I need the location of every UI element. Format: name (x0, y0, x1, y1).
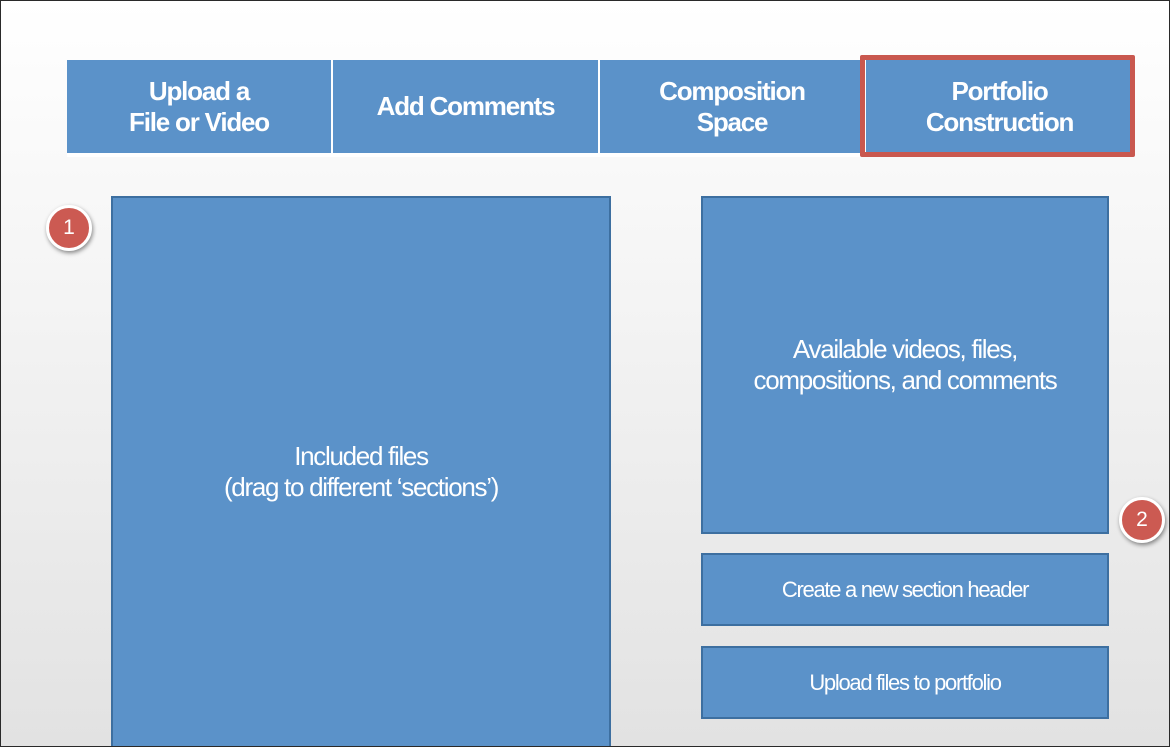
callout-badge-1: 1 (46, 205, 92, 251)
available-items-panel[interactable]: Available videos, files, compositions, a… (701, 196, 1109, 534)
portfolio-construction-mockup: Upload a File or Video Add Comments Comp… (0, 0, 1170, 747)
tab-upload-file-or-video[interactable]: Upload a File or Video (67, 60, 333, 153)
callout-badge-2: 2 (1119, 497, 1165, 543)
tab-portfolio-construction[interactable]: Portfolio Construction (866, 60, 1133, 153)
included-files-panel[interactable]: Included files (drag to different ‘secti… (111, 196, 611, 746)
upload-files-button[interactable]: Upload files to portfolio (701, 646, 1109, 719)
tab-composition-space[interactable]: Composition Space (600, 60, 866, 153)
create-section-header-button[interactable]: Create a new section header (701, 553, 1109, 626)
tab-add-comments[interactable]: Add Comments (333, 60, 600, 153)
tab-bar: Upload a File or Video Add Comments Comp… (67, 60, 1133, 157)
